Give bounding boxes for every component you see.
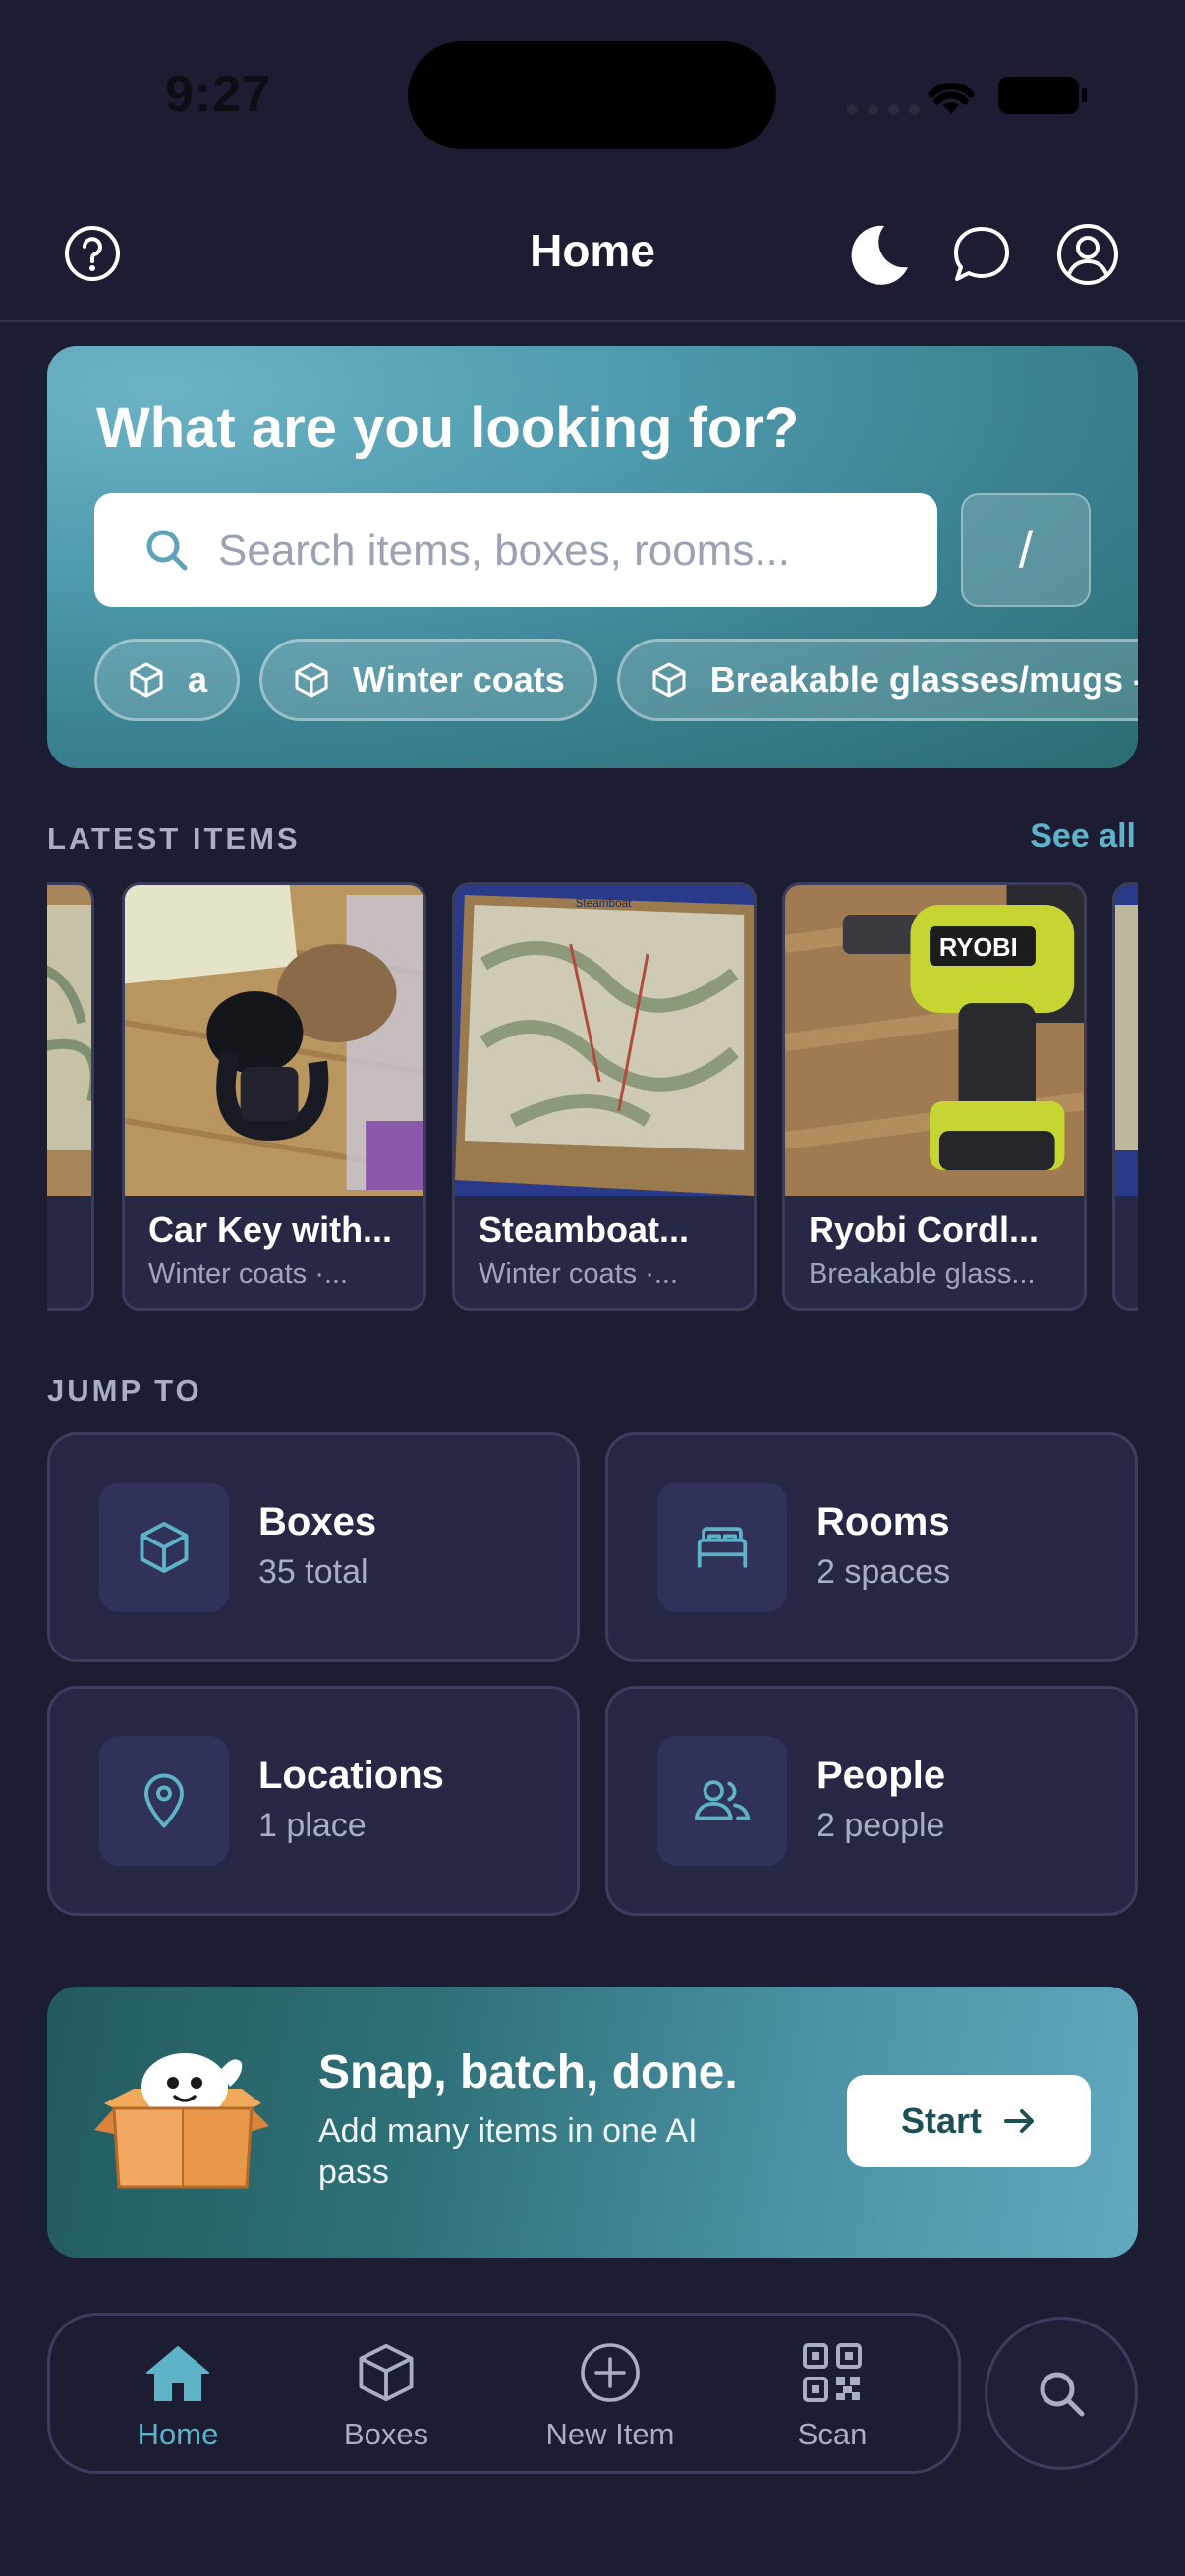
tile-title: People [817,1754,946,1797]
box-icon [140,1522,189,1573]
app-header: Home [0,196,1185,322]
item-location: Breakable glass... [809,1259,1036,1290]
box-icon [295,662,328,698]
item-card[interactable]: Car Key with... Winter coats ·... [122,882,426,1311]
wifi-icon [928,83,975,114]
promo-title: Snap, batch, done. [318,2046,738,2099]
search-input[interactable]: Search items, boxes, rooms... [94,493,937,607]
batch-promo-banner: Snap, batch, done. Add many items in one… [47,1987,1138,2258]
start-label: Start [900,2100,983,2141]
item-photo: Steamboat [455,885,754,1196]
chip-label: a [188,659,208,700]
cellular-signal-icon [847,104,920,115]
chip-box[interactable]: Breakable glasses/mugs - [616,639,1138,721]
box-icon [130,662,163,698]
see-all-link[interactable]: See all [1030,817,1136,856]
svg-text:Steamboat: Steamboat [576,896,633,910]
bed-icon [697,1527,748,1568]
tile-title: Locations [258,1754,444,1797]
jump-tile-locations[interactable]: Locations 1 place [47,1686,580,1916]
item-location: Winter coats ·... [479,1259,679,1290]
arrow-right-icon [1004,2109,1035,2133]
status-bar: 9:27 [0,0,1185,187]
box-mascot-icon [94,2053,269,2189]
tile-count: 35 total [258,1553,368,1591]
item-card[interactable] [47,882,94,1311]
search-placeholder: Search items, boxes, rooms... [218,527,790,575]
svg-text:RYOBI: RYOBI [939,934,1018,962]
chip-box[interactable]: Winter coats [259,639,597,721]
item-card[interactable]: Steamboat Steamboat... Winter coats ·... [452,882,757,1311]
jump-tile-rooms[interactable]: Rooms 2 spaces [605,1432,1138,1662]
item-photo: RYOBI [785,885,1084,1196]
item-name: Steamboat... [479,1209,690,1250]
dynamic-island [408,41,776,149]
home-icon [146,2346,209,2401]
tab-boxes[interactable]: Boxes [288,2341,484,2452]
dark-mode-moon-icon[interactable] [845,220,914,289]
item-card[interactable] [1112,882,1138,1311]
jump-tile-people[interactable]: People 2 people [605,1686,1138,1916]
tab-label: Scan [797,2417,868,2451]
box-icon [359,2343,414,2402]
search-icon [1040,2372,1085,2417]
tab-scan[interactable]: Scan [734,2341,931,2452]
search-fab-button[interactable] [985,2317,1138,2470]
tab-label: Home [137,2417,219,2451]
plus-circle-icon [581,2343,640,2402]
tile-title: Rooms [817,1500,950,1543]
chip-box[interactable]: a [94,639,241,721]
latest-items-heading: LATEST ITEMS [47,821,301,856]
jump-to-heading: JUMP TO [47,1373,202,1408]
jump-tile-boxes[interactable]: Boxes 35 total [47,1432,580,1662]
profile-icon[interactable] [1055,222,1120,287]
tab-bar: Home Boxes New Item Scan [47,2313,961,2474]
status-time: 9:27 [165,66,272,123]
item-photo [1115,885,1138,1196]
item-photo [47,885,91,1196]
location-pin-icon [144,1773,184,1828]
search-hero: What are you looking for? Search items, … [47,346,1138,768]
recent-box-chips: a Winter coats Breakable glasses/mugs - [94,639,1138,721]
tab-label: New Item [545,2417,675,2451]
item-location: Winter coats ·... [148,1259,349,1290]
promo-subtitle: Add many items in one AI pass [318,2112,698,2191]
people-icon [694,1780,751,1820]
tile-count: 2 spaces [817,1553,951,1591]
tab-home[interactable]: Home [80,2341,276,2452]
item-name: Ryobi Cordl... [809,1209,1039,1250]
item-name: Car Key with... [148,1209,393,1250]
tile-title: Boxes [258,1500,377,1543]
qr-code-icon [803,2343,862,2402]
item-photo [125,885,423,1196]
tab-new-item[interactable]: New Item [512,2341,708,2452]
tile-count: 2 people [817,1807,945,1844]
tab-label: Boxes [343,2417,429,2451]
chip-label: Winter coats [353,659,565,700]
start-button[interactable]: Start [847,2075,1091,2167]
chat-bubble-icon[interactable] [951,224,1012,285]
chip-label: Breakable glasses/mugs - [709,659,1138,700]
slash-command-button[interactable]: / [961,493,1091,607]
hero-question: What are you looking for? [96,396,800,460]
search-icon [146,530,188,571]
latest-items-carousel[interactable]: Car Key with... Winter coats ·... Steamb… [47,882,1138,1311]
battery-icon [998,77,1087,114]
box-icon [652,662,686,698]
tile-count: 1 place [258,1807,367,1844]
item-card[interactable]: RYOBI Ryobi Cordl... Breakable glass... [782,882,1087,1311]
